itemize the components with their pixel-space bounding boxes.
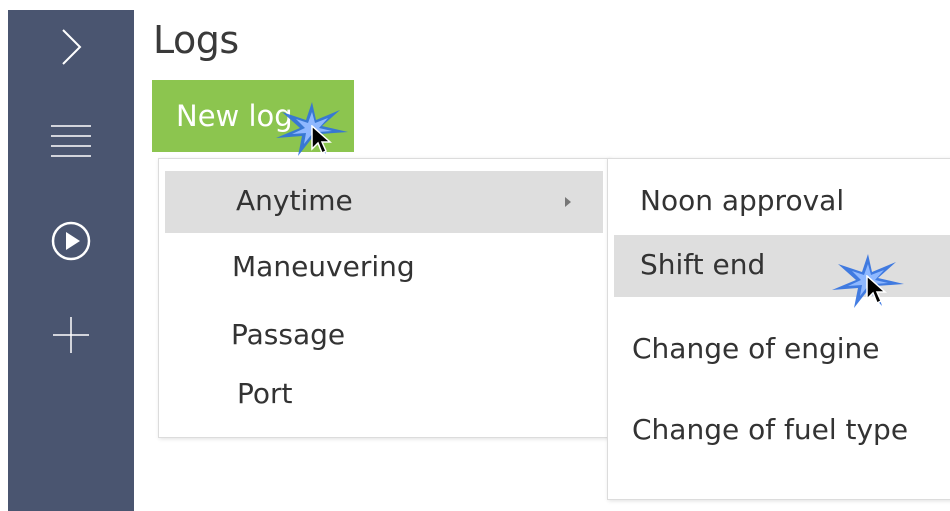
play-circle-icon	[51, 221, 91, 261]
submenu-item-label: Shift end	[640, 248, 766, 281]
page-title: Logs	[153, 18, 239, 62]
menu-item-maneuvering[interactable]: Maneuvering	[232, 250, 415, 283]
submenu-item-change-of-fuel-type[interactable]: Change of fuel type	[632, 413, 908, 446]
menu-button[interactable]	[8, 106, 134, 176]
play-button[interactable]	[8, 206, 134, 276]
submenu-arrow-icon	[565, 197, 571, 207]
sidebar	[8, 10, 134, 511]
anytime-submenu: Noon approval Shift end Change of engine…	[607, 158, 950, 500]
chevron-right-icon	[62, 29, 82, 65]
plus-icon	[53, 317, 89, 353]
new-log-menu: Anytime Maneuvering Passage Port	[158, 158, 610, 438]
expand-sidebar-button[interactable]	[8, 12, 134, 82]
menu-lines-icon	[51, 125, 91, 157]
menu-item-port[interactable]: Port	[237, 377, 293, 410]
menu-item-anytime[interactable]	[165, 171, 603, 233]
add-button[interactable]	[8, 300, 134, 370]
menu-item-passage[interactable]: Passage	[231, 318, 345, 351]
new-log-button[interactable]: New log	[152, 80, 354, 152]
menu-item-label: Anytime	[236, 184, 353, 217]
submenu-item-noon-approval[interactable]: Noon approval	[640, 184, 844, 217]
submenu-item-change-of-engine[interactable]: Change of engine	[632, 332, 880, 365]
